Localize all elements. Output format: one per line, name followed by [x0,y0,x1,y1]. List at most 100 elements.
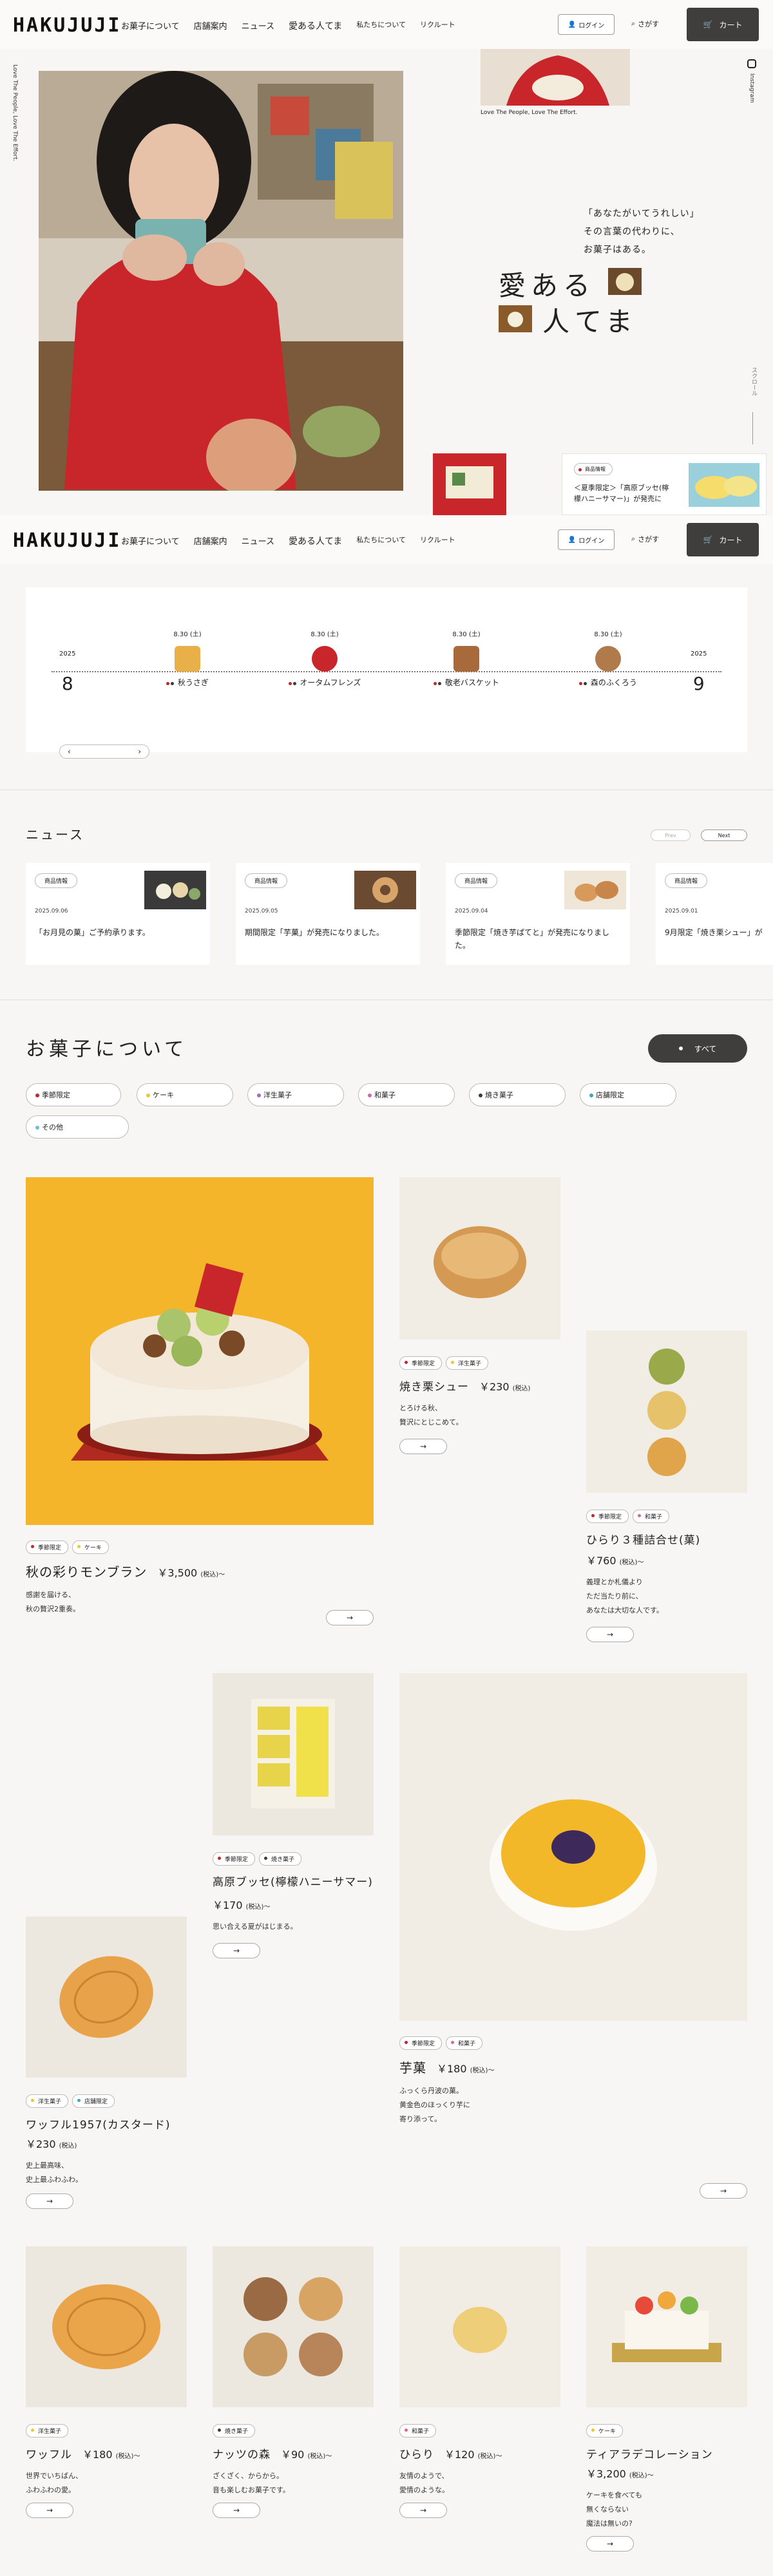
login-label: ログイン [578,537,605,545]
product-tag: 季節限定 [586,1510,629,1523]
product-tag: 季節限定 [26,1540,69,1554]
nav-item-recruit[interactable]: リクルート [420,535,455,547]
product-name: ティアラデコレーション [586,2448,713,2461]
product-detail-button[interactable]: → [399,2503,447,2518]
news-card[interactable]: 商品情報 2025.09.01 9月限定「焼き栗シュー」が [656,863,773,965]
calendar-item[interactable]: 8.30 (土) オータムフレンズ [273,629,376,688]
cart-button[interactable]: 🛒 カート [687,523,759,556]
sticky-logo[interactable]: HAKUJUJI [13,529,122,552]
product-price: ￥90 (税込)〜 [281,2448,332,2461]
site-logo[interactable]: HAKUJUJI [13,14,122,37]
news-card[interactable]: 商品情報 2025.09.04 季節限定「焼き芋ぱてと」が発売になりました。 [446,863,630,965]
product-name: ひらり３種詰合せ(菓) [586,1534,701,1547]
news-card[interactable]: 商品情報 2025.09.05 期間限定「芋菓」が発売になりました。 [236,863,420,965]
product-photo-waffle[interactable] [26,2246,187,2407]
cart-button[interactable]: 🛒 カート [687,8,759,41]
product-tag: 和菓子 [399,2424,437,2438]
calendar-item-name: 敬老バスケット [421,677,511,688]
notice-tag-label: 商品情報 [585,466,606,472]
calendar-item-name: 秋うさぎ [146,677,229,688]
product-desc: ケーキを食べても 無くならない 魔法は無いの? [586,2491,643,2528]
product-detail-button[interactable]: → [399,1439,447,1454]
product-card-tiara: ケーキ ティアラデコレーション ￥3,200 (税込)〜 ケーキを食べても 無くなら… [586,2424,747,2552]
search-button[interactable]: ⌕ さがす [631,19,659,29]
nav-item-news[interactable]: ニュース [242,535,274,547]
product-detail-button[interactable]: → [586,1627,634,1642]
product-tag: 洋生菓子 [26,2094,69,2108]
instagram-link[interactable]: Instagram [749,73,755,103]
calendar-item-photo [175,646,200,672]
hero-title-photo-1 [608,268,642,295]
product-detail-button[interactable]: → [213,1943,260,1958]
main-nav: お菓子について 店舗案内 ニュース 愛ある人てま 私たちについて リクルート [121,19,455,32]
category-dot [479,1094,482,1097]
calendar-item[interactable]: 8.30 (土) 森のふくろう [563,629,653,688]
calendar-month-8: 2025 8 [59,650,75,694]
product-desc: とろける秋、 贅沢にとじこめて。 [399,1404,463,1426]
product-detail-button[interactable]: → [26,2193,73,2209]
nav-item-aiaru[interactable]: 愛ある人てま [289,19,342,32]
product-detail-button[interactable]: → [213,2503,260,2518]
product-price: ￥760 (税込)〜 [586,1555,644,1567]
all-button[interactable]: すべて [648,1034,747,1063]
news-card[interactable]: 商品情報 2025.09.06 「お月見の菓」ご予約承ります。 [26,863,210,965]
nav-item-sweets[interactable]: お菓子について [121,19,180,32]
product-price: ￥180 (税込)〜 [82,2448,140,2461]
calendar-item[interactable]: 8.30 (土) 秋うさぎ [146,629,229,688]
category-baked[interactable]: 焼き菓子 [469,1083,566,1106]
nav-item-stores[interactable]: 店舗案内 [194,19,227,32]
product-photo-nuts[interactable] [213,2246,374,2407]
calendar-prev-icon[interactable]: ‹ [68,747,71,756]
calendar-date: 8.30 (土) [173,631,202,638]
product-detail-button[interactable]: → [586,2536,634,2552]
product-photo-hirari-set[interactable] [586,1331,747,1493]
nav-item-recruit[interactable]: リクルート [420,19,455,32]
product-name: 秋の彩りモンブラン [26,1564,148,1580]
category-other[interactable]: その他 [26,1115,129,1139]
calendar-scrollbar[interactable]: ‹ › [59,744,149,759]
product-card-shu: 季節限定 洋生菓子 焼き栗シュー ￥230 (税込) とろける秋、 贅沢にとじこめて。… [399,1356,560,1454]
category-dot [146,1094,150,1097]
month-number: 8 [61,673,73,694]
product-photo-tiara[interactable] [586,2246,747,2407]
month-year: 2025 [59,650,76,658]
news-next-button[interactable]: Next [701,829,747,841]
search-button[interactable]: ⌕ さがす [631,534,659,544]
product-detail-button[interactable]: → [26,2503,73,2518]
login-button[interactable]: 👤 ログイン [558,14,615,35]
category-japanese[interactable]: 和菓子 [358,1083,455,1106]
category-store-limited[interactable]: 店舗限定 [580,1083,676,1106]
product-detail-button[interactable]: → [326,1610,374,1625]
instagram-icon[interactable] [747,59,756,68]
category-cake[interactable]: ケーキ [137,1083,233,1106]
hero-notice-card[interactable]: 商品情報 ＜夏季限定＞「高原ブッセ(檸檬ハニーサマー)」が発売に [562,453,767,515]
nav-item-news[interactable]: ニュース [242,19,274,32]
product-photo-hirari[interactable] [399,2246,560,2407]
news-tag: 商品情報 [455,873,498,888]
product-photo-waffle-1957[interactable] [26,1917,187,2078]
product-photo-montblanc[interactable] [26,1177,374,1525]
nav-item-about-us[interactable]: 私たちについて [356,535,406,547]
calendar-month-9: 2025 9 [691,650,707,694]
search-label: さがす [638,535,660,544]
category-western[interactable]: 洋生菓子 [247,1083,344,1106]
nav-item-sweets[interactable]: お菓子について [121,535,180,547]
nav-item-aiaru[interactable]: 愛ある人てま [289,535,342,547]
product-photo-shu[interactable] [399,1177,560,1340]
calendar-item[interactable]: 8.30 (土) 敬老バスケット [421,629,511,688]
category-dot [589,1094,593,1097]
product-name: 高原ブッセ(檸檬ハニーサマー) [213,1876,373,1889]
nav-item-about-us[interactable]: 私たちについて [356,19,406,32]
news-title: 期間限定「芋菓」が発売になりました。 [245,928,385,937]
sticky-header: HAKUJUJI お菓子について 店舗案内 ニュース 愛ある人てま 私たちについ… [0,515,773,564]
news-prev-button[interactable]: Prev [651,829,691,841]
news-tag: 商品情報 [245,873,288,888]
login-button[interactable]: 👤 ログイン [558,529,615,550]
calendar-next-icon[interactable]: › [138,747,141,756]
nav-item-stores[interactable]: 店舗案内 [194,535,227,547]
news-date: 2025.09.05 [245,908,278,914]
category-seasonal[interactable]: 季節限定 [26,1083,121,1106]
product-photo-imoka[interactable] [399,1673,747,2021]
product-detail-button[interactable]: → [700,2183,747,2199]
product-photo-busse[interactable] [213,1673,374,1835]
